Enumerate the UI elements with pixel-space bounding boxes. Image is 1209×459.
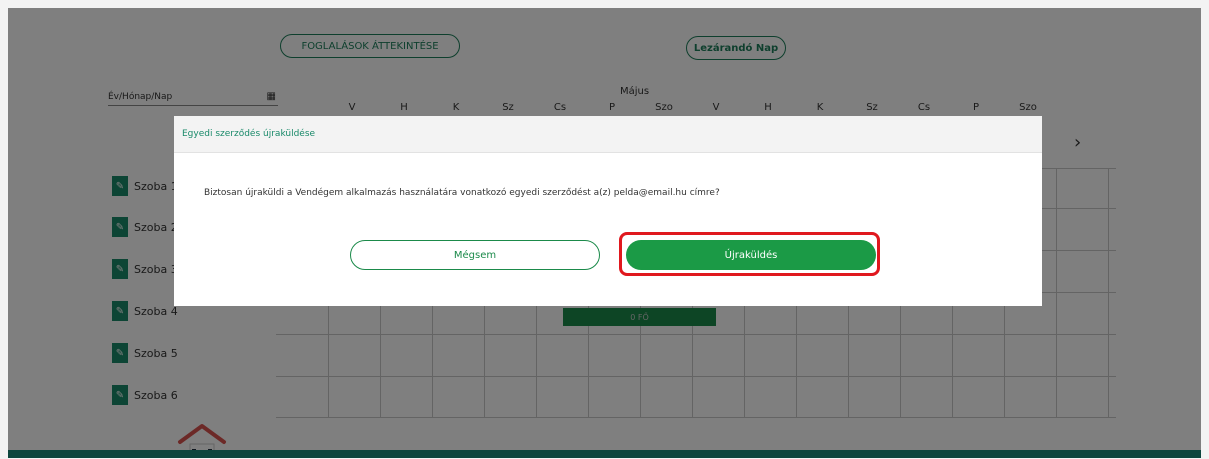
- resend-highlight-marker: [619, 232, 880, 276]
- dialog-title: Egyedi szerződés újraküldése: [174, 116, 1042, 153]
- dialog-message: Biztosan újraküldi a Vendégem alkalmazás…: [204, 188, 720, 198]
- cancel-button[interactable]: Mégsem: [350, 240, 600, 270]
- page: FOGLALÁSOK ÁTTEKINTÉSE Lezárandó Nap Év/…: [8, 8, 1201, 458]
- resend-contract-dialog: Egyedi szerződés újraküldése Biztosan új…: [174, 116, 1042, 306]
